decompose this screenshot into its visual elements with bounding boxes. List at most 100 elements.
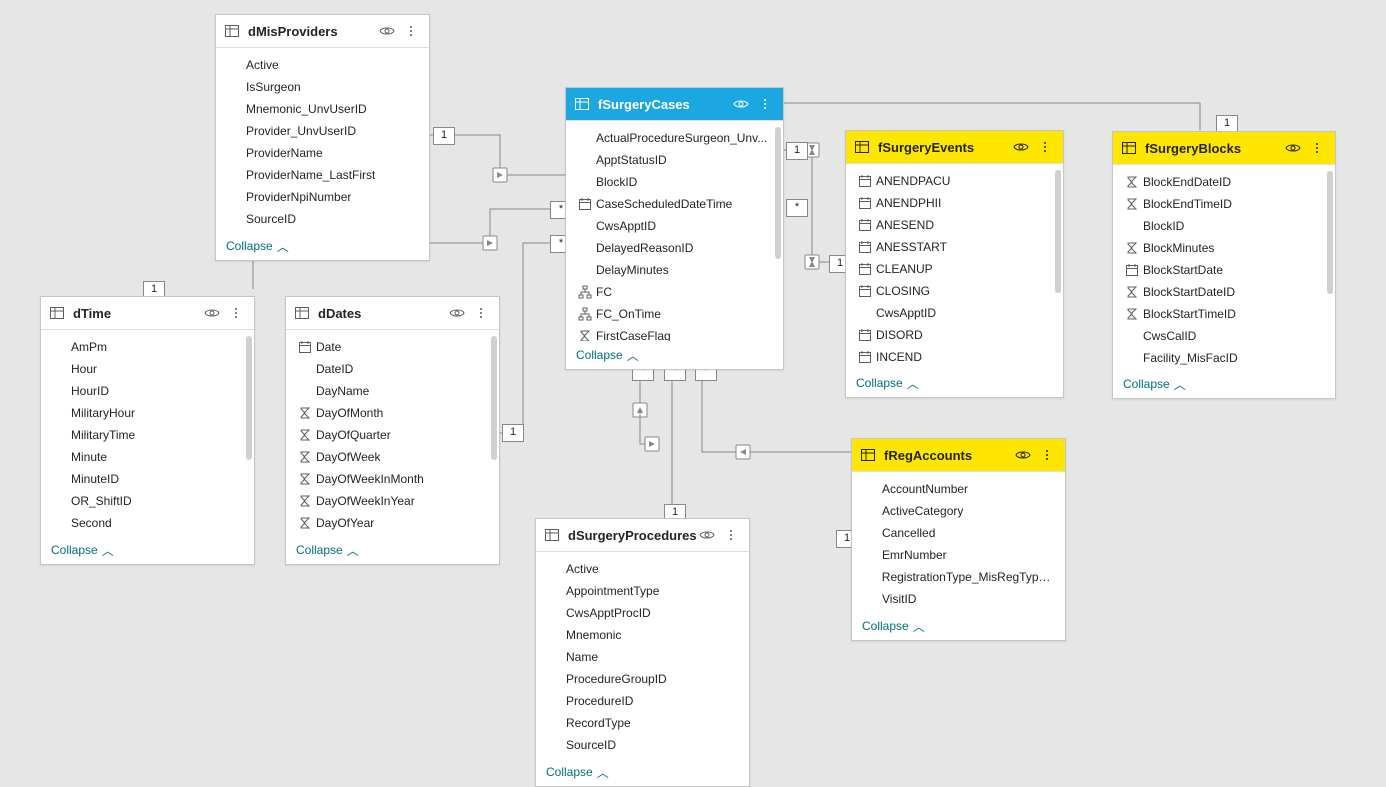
field-row[interactable]: BlockEndTimeID <box>1117 193 1331 215</box>
field-row[interactable]: Cancelled <box>856 522 1061 544</box>
field-row[interactable]: ANENDPACU <box>850 170 1059 192</box>
field-row[interactable]: Mnemonic_UnvUserID <box>220 98 425 120</box>
field-row[interactable]: OR_ShiftID <box>45 490 250 512</box>
field-row[interactable]: ProviderNpiNumber <box>220 186 425 208</box>
field-row[interactable]: EmrNumber <box>856 544 1061 566</box>
table-fSurgeryEvents[interactable]: fSurgeryEvents ANENDPACUANENDPHIIANESEND… <box>845 130 1064 398</box>
field-row[interactable]: BlockStartDateID <box>1117 281 1331 303</box>
field-row[interactable]: DelayMinutes <box>570 259 779 281</box>
field-row[interactable]: FC <box>570 281 779 303</box>
field-row[interactable]: HourID <box>45 380 250 402</box>
field-row[interactable]: CaseScheduledDateTime <box>570 193 779 215</box>
field-row[interactable]: AccountNumber <box>856 478 1061 500</box>
field-row[interactable]: DayName <box>290 380 495 402</box>
more-icon[interactable] <box>1307 138 1327 158</box>
field-row[interactable]: SourceID <box>540 734 745 756</box>
field-row[interactable]: DayOfYear <box>290 512 495 534</box>
more-icon[interactable] <box>226 303 246 323</box>
visibility-icon[interactable] <box>731 94 751 114</box>
field-row[interactable]: Active <box>540 558 745 580</box>
scrollbar[interactable] <box>1055 170 1061 293</box>
more-icon[interactable] <box>1037 445 1057 465</box>
visibility-icon[interactable] <box>377 21 397 41</box>
field-row[interactable]: DayOfWeek <box>290 446 495 468</box>
field-row[interactable]: ANESSTART <box>850 236 1059 258</box>
visibility-icon[interactable] <box>202 303 222 323</box>
field-row[interactable]: VisitID <box>856 588 1061 610</box>
field-row[interactable]: DayOfWeekInMonth <box>290 468 495 490</box>
visibility-icon[interactable] <box>1013 445 1033 465</box>
field-row[interactable]: AppointmentType <box>540 580 745 602</box>
table-header[interactable]: fSurgeryCases <box>566 88 783 121</box>
table-fRegAccounts[interactable]: fRegAccounts AccountNumberActiveCategory… <box>851 438 1066 641</box>
table-header[interactable]: dDates <box>286 297 499 330</box>
table-dTime[interactable]: dTime AmPmHourHourIDMilitaryHourMilitary… <box>40 296 255 565</box>
table-header[interactable]: dSurgeryProcedures <box>536 519 749 552</box>
field-row[interactable]: INCEND <box>850 346 1059 368</box>
visibility-icon[interactable] <box>447 303 467 323</box>
scrollbar[interactable] <box>1327 171 1333 294</box>
field-row[interactable]: DayOfQuarter <box>290 424 495 446</box>
collapse-button[interactable]: Collapse︿ <box>536 758 749 786</box>
scrollbar[interactable] <box>491 336 497 460</box>
field-row[interactable]: RegistrationType_MisRegTypeID <box>856 566 1061 588</box>
field-row[interactable]: CwsApptProcID <box>540 602 745 624</box>
field-row[interactable]: BlockEndDateID <box>1117 171 1331 193</box>
field-row[interactable]: DayOfMonth <box>290 402 495 424</box>
field-row[interactable]: Active <box>220 54 425 76</box>
field-row[interactable]: ApptStatusID <box>570 149 779 171</box>
table-dMisProviders[interactable]: dMisProviders ActiveIsSurgeonMnemonic_Un… <box>215 14 430 261</box>
field-row[interactable]: ProcedureGroupID <box>540 668 745 690</box>
collapse-button[interactable]: Collapse︿ <box>216 232 429 260</box>
field-row[interactable]: CLOSING <box>850 280 1059 302</box>
field-row[interactable]: Date <box>290 336 495 358</box>
field-row[interactable]: ANENDPHII <box>850 192 1059 214</box>
field-row[interactable]: Name <box>540 646 745 668</box>
field-row[interactable]: CwsApptID <box>570 215 779 237</box>
field-row[interactable]: CwsApptID <box>850 302 1059 324</box>
field-row[interactable]: DateID <box>290 358 495 380</box>
field-row[interactable]: SourceID <box>220 208 425 230</box>
table-fSurgeryCases[interactable]: fSurgeryCases ActualProcedureSurgeon_Unv… <box>565 87 784 370</box>
field-row[interactable]: Mnemonic <box>540 624 745 646</box>
field-row[interactable]: CLEANUP <box>850 258 1059 280</box>
model-canvas[interactable]: 1 * 1 * 1 * 1 1 1 * * * 1 1 dMisProvider… <box>0 0 1386 785</box>
field-row[interactable]: Minute <box>45 446 250 468</box>
collapse-button[interactable]: Collapse︿ <box>41 536 254 564</box>
collapse-button[interactable]: Collapse︿ <box>852 612 1065 640</box>
field-row[interactable]: BlockMinutes <box>1117 237 1331 259</box>
table-dDates[interactable]: dDates DateDateIDDayNameDayOfMonthDayOfQ… <box>285 296 500 565</box>
field-row[interactable]: ActiveCategory <box>856 500 1061 522</box>
field-row[interactable]: BlockStartTimeID <box>1117 303 1331 325</box>
table-dSurgeryProcedures[interactable]: dSurgeryProcedures ActiveAppointmentType… <box>535 518 750 787</box>
more-icon[interactable] <box>721 525 741 545</box>
field-row[interactable]: DelayedReasonID <box>570 237 779 259</box>
field-row[interactable]: ProviderName_LastFirst <box>220 164 425 186</box>
field-row[interactable]: CwsCalID <box>1117 325 1331 347</box>
more-icon[interactable] <box>401 21 421 41</box>
field-row[interactable]: IsSurgeon <box>220 76 425 98</box>
field-row[interactable]: ProviderName <box>220 142 425 164</box>
field-row[interactable]: Hour <box>45 358 250 380</box>
field-row[interactable]: MinuteID <box>45 468 250 490</box>
more-icon[interactable] <box>1035 137 1055 157</box>
scrollbar[interactable] <box>246 336 252 460</box>
collapse-button[interactable]: Collapse︿ <box>846 369 1063 397</box>
table-header[interactable]: fRegAccounts <box>852 439 1065 472</box>
field-row[interactable]: DISORD <box>850 324 1059 346</box>
visibility-icon[interactable] <box>1011 137 1031 157</box>
field-row[interactable]: BlockStartDate <box>1117 259 1331 281</box>
field-row[interactable]: FC_OnTime <box>570 303 779 325</box>
more-icon[interactable] <box>471 303 491 323</box>
scrollbar[interactable] <box>775 127 781 259</box>
collapse-button[interactable]: Collapse︿ <box>1113 370 1335 398</box>
table-header[interactable]: dMisProviders <box>216 15 429 48</box>
field-row[interactable]: Facility_MisFacID <box>1117 347 1331 369</box>
field-row[interactable]: AmPm <box>45 336 250 358</box>
field-row[interactable]: ActualProcedureSurgeon_Unv... <box>570 127 779 149</box>
more-icon[interactable] <box>755 94 775 114</box>
table-header[interactable]: dTime <box>41 297 254 330</box>
field-row[interactable]: Provider_UnvUserID <box>220 120 425 142</box>
table-header[interactable]: fSurgeryEvents <box>846 131 1063 164</box>
field-row[interactable]: ANESEND <box>850 214 1059 236</box>
